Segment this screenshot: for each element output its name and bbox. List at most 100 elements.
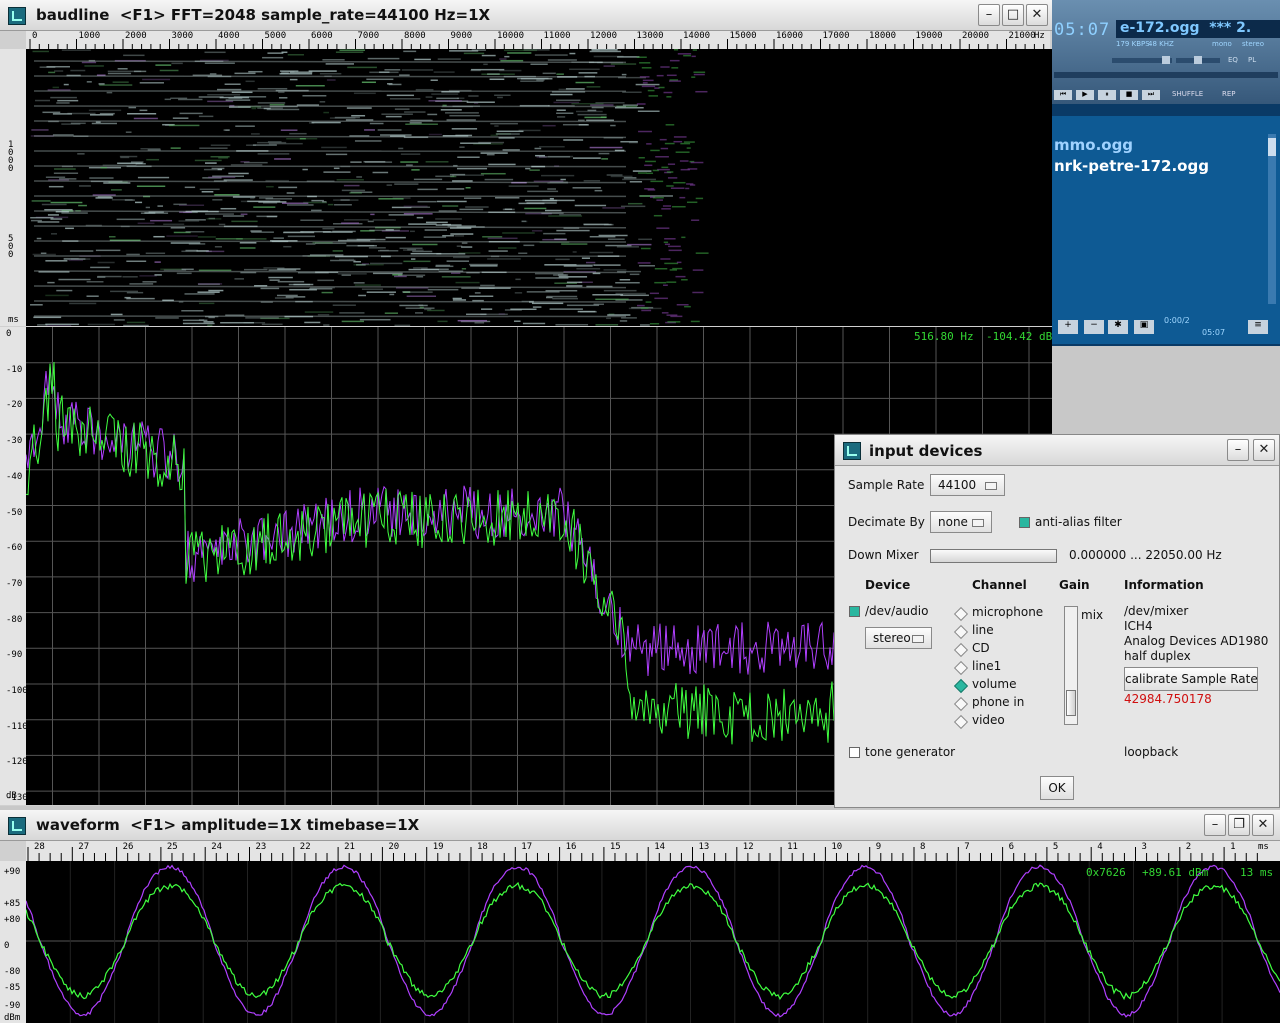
playlist-select-button[interactable]: ✱ xyxy=(1108,320,1128,334)
playlist-scrollbar[interactable] xyxy=(1268,134,1276,304)
time-tick-label: 19 xyxy=(432,842,444,852)
amplitude-ruler[interactable]: +90 +85 +80 0 -80 -85 -90 dBm xyxy=(0,861,26,1023)
frequency-tick-label: 13000 xyxy=(636,31,664,41)
waveform-minimize-button[interactable]: – xyxy=(1204,814,1226,836)
gain-column-header: Gain xyxy=(1059,578,1090,592)
time-ruler[interactable]: 28 27 26 25 24 23 22 21 20 19 18 17 16 15 14 13 12 11 10 9 8… xyxy=(26,841,1280,861)
playlist-list-button[interactable]: ≡ xyxy=(1248,320,1268,334)
frequency-tick-label: 17000 xyxy=(822,31,850,41)
close-button[interactable]: ✕ xyxy=(1026,4,1048,26)
channel-radio-line1[interactable] xyxy=(953,660,969,676)
playlist-item[interactable]: nrk-petre-172.ogg xyxy=(1054,157,1209,175)
channel-radio-phone-in[interactable] xyxy=(953,696,969,712)
down-mixer-range: 0.000000 ... 22050.00 Hz xyxy=(1069,548,1222,562)
channel-mode-select[interactable]: stereo xyxy=(865,627,932,649)
gain-slider[interactable] xyxy=(1064,606,1078,725)
playlist-remove-button[interactable]: − xyxy=(1084,320,1104,334)
channel-label: microphone xyxy=(972,605,1044,619)
ok-button[interactable]: OK xyxy=(1040,776,1074,800)
waveform-restore-button[interactable]: ❐ xyxy=(1228,814,1250,836)
frequency-tick-label: Hz xyxy=(1034,31,1045,41)
repeat-button[interactable]: REP xyxy=(1222,90,1236,98)
frequency-tick-label: 3000 xyxy=(171,31,194,41)
balance-slider[interactable] xyxy=(1176,56,1220,64)
baudline-titlebar[interactable]: baudline <F1> FFT=2048 sample_rate=44100… xyxy=(0,0,1052,31)
media-player: 05:07 e-172.ogg *** 2. 179 KBPS 48 KHZ m… xyxy=(1052,0,1280,346)
amplitude-tick-label: -90 xyxy=(4,1001,21,1011)
playlist-item[interactable]: mmo.ogg xyxy=(1054,136,1133,154)
minimize-button[interactable]: – xyxy=(978,4,1000,26)
channel-radio-CD[interactable] xyxy=(953,642,969,658)
pause-button[interactable]: ⏸ xyxy=(1098,90,1116,100)
db-tick-label: -100 xyxy=(6,686,28,696)
channel-radio-volume[interactable] xyxy=(953,678,969,694)
time-tick-label: 12 xyxy=(742,842,754,852)
channel-radio-video[interactable] xyxy=(953,714,969,730)
db-tick-label: dB xyxy=(6,791,17,801)
time-tick-label: 5 xyxy=(1052,842,1059,852)
tone-generator-checkbox[interactable] xyxy=(849,747,860,758)
time-tick-label: 18 xyxy=(477,842,488,852)
channel-radio-microphone[interactable] xyxy=(953,606,969,622)
player-main-panel: 05:07 e-172.ogg *** 2. 179 KBPS 48 KHZ m… xyxy=(1052,0,1280,104)
frequency-tick-label: 16000 xyxy=(776,31,804,41)
time-tick-label: 17 xyxy=(521,842,533,852)
player-khz: 48 KHZ xyxy=(1148,40,1174,48)
down-mixer-slider[interactable] xyxy=(930,549,1057,563)
waveform-close-button[interactable]: ✕ xyxy=(1252,814,1274,836)
next-button[interactable]: ⏭ xyxy=(1142,90,1160,100)
spectrogram-time-ruler[interactable]: 1000 500 ms xyxy=(0,49,26,326)
waveform-display[interactable]: 0x7626 +89.61 dBm 13 ms xyxy=(26,861,1280,1023)
anti-alias-label: anti-alias filter xyxy=(1035,515,1122,529)
time-tick-label: 22 xyxy=(299,842,311,852)
db-tick-label: 0 xyxy=(6,329,12,339)
dialog-minimize-button[interactable]: – xyxy=(1227,439,1249,461)
decimate-select[interactable]: none xyxy=(930,511,992,533)
frequency-tick-label: 19000 xyxy=(915,31,943,41)
spectrogram-display[interactable] xyxy=(26,49,1052,326)
frequency-tick-label: 6000 xyxy=(311,31,333,41)
device-column-header: Device xyxy=(865,578,911,592)
sample-rate-select[interactable]: 44100 xyxy=(930,474,1005,496)
frequency-tick-label: 18000 xyxy=(869,31,897,41)
db-ruler[interactable]: 0 -10 -20 -30 -40 -50 -60 -70 -80 -90 -100 -110 -120… xyxy=(0,327,28,805)
time-tick-label: 27 xyxy=(78,842,90,852)
amplitude-tick-label: +90 xyxy=(4,867,21,877)
playlist-misc-button[interactable]: ▣ xyxy=(1134,320,1154,334)
time-tick-label: 1 xyxy=(1230,842,1236,852)
shuffle-button[interactable]: SHUFFLE xyxy=(1172,90,1203,98)
frequency-tick-label: 20000 xyxy=(962,31,990,41)
stop-button[interactable]: ■ xyxy=(1120,90,1138,100)
frequency-ruler[interactable]: 0 1000 2000 3000 4000 5000 6000 7000 8000 9000 100… xyxy=(26,31,1050,49)
anti-alias-checkbox[interactable] xyxy=(1019,517,1030,528)
seek-bar[interactable] xyxy=(1054,72,1278,78)
dialog-titlebar[interactable]: input devices – ✕ xyxy=(835,435,1279,466)
maximize-button[interactable]: □ xyxy=(1002,4,1024,26)
db-tick-label: -110 xyxy=(6,721,28,732)
waveform-titlebar[interactable]: waveform <F1> amplitude=1X timebase=1X –… xyxy=(0,810,1280,841)
device-checkbox[interactable] xyxy=(849,606,860,617)
eq-toggle[interactable]: EQ xyxy=(1228,56,1238,64)
dialog-app-icon xyxy=(843,442,861,460)
play-button[interactable]: ▶ xyxy=(1076,90,1094,100)
calibrate-sample-rate-button[interactable]: calibrate Sample Rate xyxy=(1124,667,1258,691)
pl-toggle[interactable]: PL xyxy=(1248,56,1256,64)
time-tick-label: 13 xyxy=(698,842,710,852)
amplitude-tick-label: 0 xyxy=(4,941,10,951)
waveform-window: waveform <F1> amplitude=1X timebase=1X –… xyxy=(0,810,1280,1023)
channel-radio-line[interactable] xyxy=(953,624,969,640)
previous-button[interactable]: ⏮ xyxy=(1054,90,1072,100)
db-tick-label: -40 xyxy=(6,471,23,482)
player-kbps: 179 KBPS xyxy=(1116,40,1150,48)
time-tick-label: 20 xyxy=(388,842,400,852)
info-line: half duplex xyxy=(1124,649,1191,663)
playlist-add-button[interactable]: + xyxy=(1058,320,1078,334)
information-column-header: Information xyxy=(1124,578,1204,592)
dialog-close-button[interactable]: ✕ xyxy=(1253,439,1275,461)
gain-slider-thumb[interactable] xyxy=(1066,690,1076,716)
volume-slider[interactable] xyxy=(1112,56,1172,64)
decimate-label: Decimate By xyxy=(848,515,925,529)
amplitude-tick-label: -85 xyxy=(4,983,21,993)
channel-label: video xyxy=(972,713,1005,727)
channel-label: line xyxy=(972,623,994,637)
